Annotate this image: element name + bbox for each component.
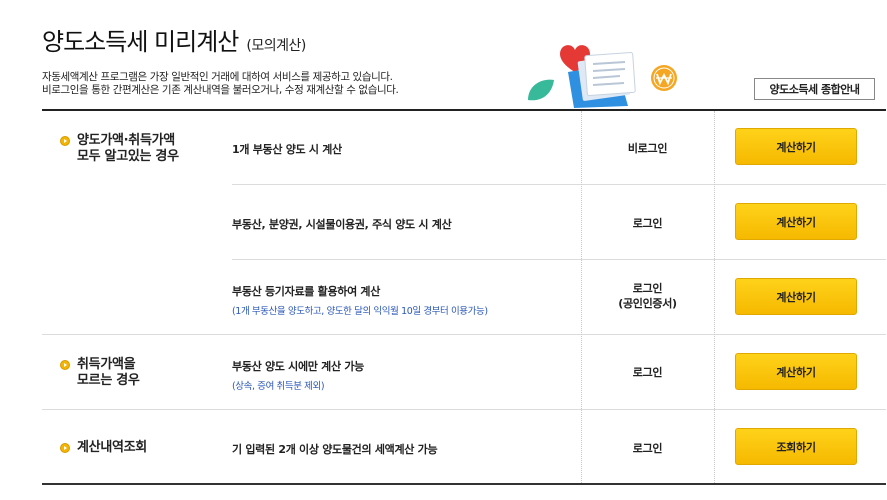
calculate-button[interactable]: 계산하기 — [735, 203, 857, 240]
login-type: 로그인 — [632, 366, 663, 379]
tax-guide-button[interactable]: 양도소득세 종합안내 — [754, 78, 875, 100]
calc-options-table: 양도가액·취득가액 모두 알고있는 경우 취득가액을 모르는 경우 계산내역조회… — [42, 109, 886, 485]
orange-circle-bullet-icon — [60, 136, 70, 146]
page-subtitle: (모의계산) — [246, 38, 306, 54]
description-line-1: 자동세액계산 프로그램은 가장 일반적인 거래에 대하여 서비스를 제공하고 있… — [42, 71, 393, 83]
category-divider — [42, 334, 886, 335]
category-label: 취득가액을 — [77, 357, 136, 372]
login-requirement: 비로그인 — [581, 141, 714, 156]
option-title: 부동산 양도 시에만 계산 가능 — [232, 360, 364, 373]
row-divider — [232, 259, 886, 260]
option-note: (1개 부동산을 양도하고, 양도한 달의 익익월 10일 경부터 이용가능) — [232, 306, 488, 317]
login-type: 비로그인 — [627, 142, 668, 155]
document-heart-coin-illustration — [528, 45, 677, 108]
row-divider — [232, 184, 886, 185]
lookup-button[interactable]: 조회하기 — [735, 428, 857, 465]
category-label: 양도가액·취득가액 — [77, 133, 175, 148]
orange-circle-bullet-icon — [60, 360, 70, 370]
page-title-text: 양도소득세 미리계산 — [42, 28, 239, 56]
option-item: 부동산 양도 시에만 계산 가능 (상속, 증여 취득분 제외) — [232, 358, 364, 392]
category-label: 모르는 경우 — [77, 373, 140, 388]
category-label: 모두 알고있는 경우 — [77, 149, 179, 164]
page-description: 자동세액계산 프로그램은 가장 일반적인 거래에 대하여 서비스를 제공하고 있… — [42, 71, 399, 97]
option-title: 기 입력된 2개 이상 양도물건의 세액계산 가능 — [232, 443, 438, 456]
page-title: 양도소득세 미리계산 (모의계산) — [42, 22, 306, 57]
option-title: 부동산 등기자료를 활용하여 계산 — [232, 285, 381, 298]
login-requirement: 로그인 — [581, 365, 714, 380]
category-divider — [42, 409, 886, 410]
orange-circle-bullet-icon — [60, 443, 70, 453]
category-unknown-acquisition: 취득가액을 모르는 경우 — [60, 357, 140, 389]
login-requirement: 로그인 — [581, 441, 714, 456]
option-item: 부동산, 분양권, 시설물이용권, 주식 양도 시 계산 — [232, 216, 452, 232]
column-divider — [714, 111, 715, 483]
option-item: 1개 부동산 양도 시 계산 — [232, 141, 342, 157]
table-bottom-border — [42, 483, 886, 485]
category-history-lookup: 계산내역조회 — [60, 440, 147, 456]
table-top-border — [42, 109, 886, 111]
option-title: 1개 부동산 양도 시 계산 — [232, 143, 342, 156]
option-item: 기 입력된 2개 이상 양도물건의 세액계산 가능 — [232, 441, 438, 457]
calculate-button[interactable]: 계산하기 — [735, 128, 857, 165]
description-line-2: 비로그인을 통한 간편계산은 기존 계산내역을 불러오거나, 수정 재계산할 수… — [42, 84, 399, 96]
option-note: (상속, 증여 취득분 제외) — [232, 381, 325, 392]
login-method: (공인인증서) — [618, 297, 677, 310]
option-item: 부동산 등기자료를 활용하여 계산 (1개 부동산을 양도하고, 양도한 달의 … — [232, 283, 488, 317]
login-requirement: 로그인 (공인인증서) — [581, 281, 714, 311]
login-type: 로그인 — [632, 282, 663, 295]
calculate-button[interactable]: 계산하기 — [735, 353, 857, 390]
category-known-prices: 양도가액·취득가액 모두 알고있는 경우 — [60, 133, 179, 165]
calculate-button[interactable]: 계산하기 — [735, 278, 857, 315]
category-label: 계산내역조회 — [77, 440, 147, 455]
option-title: 부동산, 분양권, 시설물이용권, 주식 양도 시 계산 — [232, 218, 452, 231]
tax-precalc-page: 양도소득세 미리계산 (모의계산) 자동세액계산 프로그램은 가장 일반적인 거래… — [0, 0, 887, 500]
login-type: 로그인 — [632, 442, 663, 455]
login-requirement: 로그인 — [581, 216, 714, 231]
login-type: 로그인 — [632, 217, 663, 230]
